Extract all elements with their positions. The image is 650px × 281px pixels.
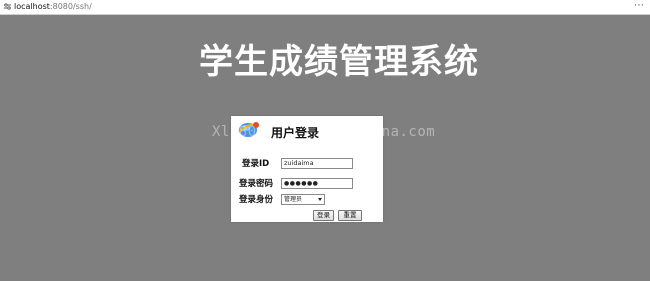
address-path: :8080/ssh/: [49, 2, 92, 11]
login-id-label: 登录ID: [242, 159, 270, 169]
login-role-value: 管理员: [284, 196, 303, 203]
address-bar[interactable]: localhost:8080/ssh/ ⋯: [0, 0, 650, 15]
page-title: 学生成绩管理系统: [199, 42, 479, 82]
login-role-label: 登录身份: [239, 195, 274, 205]
login-id-row: 登录ID zuidaima: [231, 157, 383, 171]
chevron-down-icon: [318, 198, 322, 201]
login-role-select[interactable]: 管理员: [281, 194, 325, 205]
site-settings-icon[interactable]: [4, 3, 11, 10]
watermark: Xl1800........uidaina.com: [212, 124, 436, 140]
login-password-input[interactable]: ●●●●●●: [281, 178, 353, 189]
reset-button[interactable]: 重置: [338, 210, 362, 221]
login-password-row: 登录密码 ●●●●●●: [231, 177, 383, 191]
login-button[interactable]: 登录: [313, 210, 334, 221]
address-url[interactable]: localhost:8080/ssh/: [14, 1, 92, 13]
login-password-label: 登录密码: [239, 179, 274, 189]
login-id-input[interactable]: zuidaima: [281, 158, 353, 169]
login-role-row: 登录身份 管理员: [231, 193, 383, 207]
address-host: localhost: [14, 2, 50, 11]
more-icon[interactable]: ⋯: [634, 0, 644, 12]
